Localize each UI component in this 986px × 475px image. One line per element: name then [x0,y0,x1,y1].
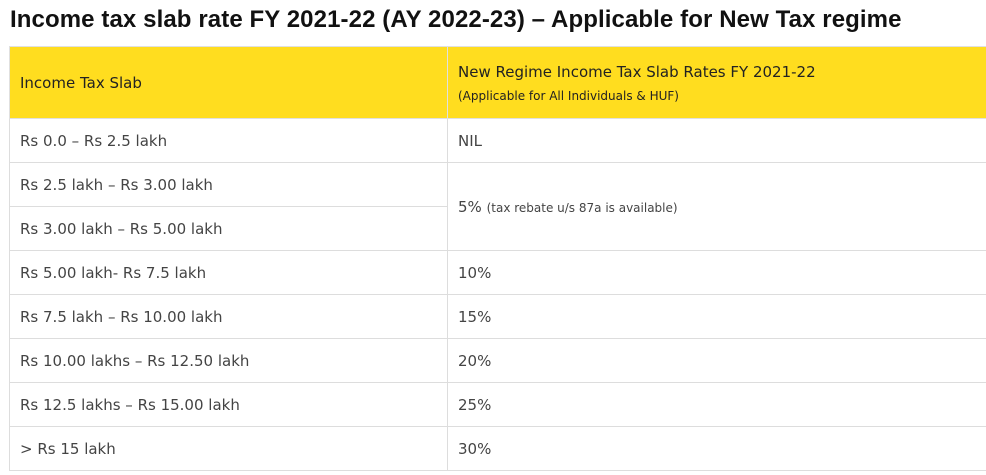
rate-cell: 15% [447,294,986,339]
header-sublabel: (Applicable for All Individuals & HUF) [458,88,679,103]
table-row: > Rs 15 lakh 30% [9,426,986,471]
slab-cell: Rs 0.0 – Rs 2.5 lakh [9,118,448,163]
slab-cell: Rs 12.5 lakhs – Rs 15.00 lakh [9,382,448,427]
table-row: Rs 2.5 lakh – Rs 3.00 lakh 5% (tax rebat… [9,162,986,251]
rate-value: 5% [458,197,482,216]
table-header-row: Income Tax Slab New Regime Income Tax Sl… [9,46,986,119]
rate-cell: 20% [447,338,986,383]
rate-cell: 25% [447,382,986,427]
table-row: Rs 12.5 lakhs – Rs 15.00 lakh 25% [9,382,986,427]
header-label: New Regime Income Tax Slab Rates FY 2021… [458,62,816,81]
rate-cell: 30% [447,426,986,471]
slab-cell: Rs 5.00 lakh- Rs 7.5 lakh [9,250,448,295]
slab-cell: > Rs 15 lakh [9,426,448,471]
slab-cell: Rs 3.00 lakh – Rs 5.00 lakh [9,206,448,251]
table-row: Rs 10.00 lakhs – Rs 12.50 lakh 20% [9,338,986,383]
header-new-regime-rates: New Regime Income Tax Slab Rates FY 2021… [447,46,986,119]
header-income-tax-slab: Income Tax Slab [9,46,448,119]
tax-slab-table: Income Tax Slab New Regime Income Tax Sl… [9,46,986,471]
rate-cell: NIL [447,118,986,163]
slab-cell: Rs 10.00 lakhs – Rs 12.50 lakh [9,338,448,383]
rate-cell: 5% (tax rebate u/s 87a is available) [447,162,986,251]
table-row: Rs 0.0 – Rs 2.5 lakh NIL [9,118,986,163]
slab-cell: Rs 2.5 lakh – Rs 3.00 lakh [9,162,448,207]
page-title: Income tax slab rate FY 2021-22 (AY 2022… [10,6,902,33]
rate-cell: 10% [447,250,986,295]
header-label: Income Tax Slab [20,73,142,92]
rate-note: (tax rebate u/s 87a is available) [486,200,678,215]
table-row: Rs 7.5 lakh – Rs 10.00 lakh 15% [9,294,986,339]
slab-cell: Rs 7.5 lakh – Rs 10.00 lakh [9,294,448,339]
table-row: Rs 5.00 lakh- Rs 7.5 lakh 10% [9,250,986,295]
